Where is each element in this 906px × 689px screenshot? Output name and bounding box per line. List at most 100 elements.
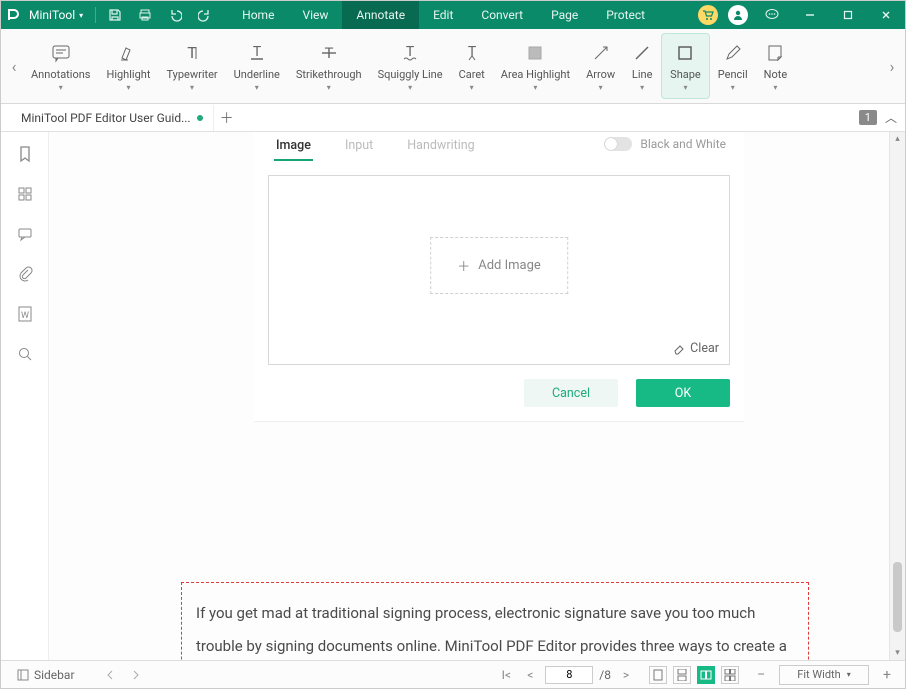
first-page-button[interactable]: I< — [497, 668, 515, 682]
cancel-button[interactable]: Cancel — [524, 379, 618, 407]
add-tab-button[interactable]: ＋ — [214, 105, 240, 131]
tool-annotations[interactable]: Annotations▾ — [23, 33, 98, 99]
title-right — [693, 1, 905, 29]
tool-typewriter[interactable]: T Typewriter▾ — [158, 33, 225, 99]
ribbon: ‹ Annotations▾ Highlight▾ T Typewriter▾ … — [1, 29, 905, 104]
typewriter-icon: T — [181, 40, 203, 66]
bw-label: Black and White — [640, 137, 726, 151]
thumbnails-icon[interactable] — [13, 182, 37, 206]
next-view-button[interactable] — [123, 669, 147, 681]
minimize-button[interactable] — [791, 1, 829, 29]
save-button[interactable] — [100, 1, 130, 29]
document-tabstrip: MiniTool PDF Editor User Guid... ＋ 1 ︿ — [1, 104, 905, 132]
eraser-icon — [672, 342, 685, 355]
tool-caret[interactable]: T Caret▾ — [451, 33, 493, 99]
scroll-down-button[interactable]: ▾ — [890, 646, 905, 660]
tool-pencil[interactable]: Pencil▾ — [710, 33, 756, 99]
bookmark-icon[interactable] — [13, 142, 37, 166]
bw-toggle[interactable] — [604, 137, 632, 151]
view-facing[interactable] — [697, 666, 715, 684]
brand-label: MiniTool — [29, 8, 75, 22]
plus-icon: ＋ — [457, 256, 470, 275]
view-mode-buttons — [649, 666, 739, 684]
sig-tab-input[interactable]: Input — [345, 138, 373, 153]
clear-button[interactable]: Clear — [672, 341, 719, 356]
tool-underline[interactable]: T Underline▾ — [226, 33, 288, 99]
close-button[interactable] — [867, 1, 905, 29]
prev-page-button[interactable]: < — [521, 668, 539, 682]
tab-count-badge: 1 — [859, 110, 877, 125]
menu-view[interactable]: View — [288, 1, 342, 29]
page-total: /8 — [599, 668, 611, 682]
tool-line[interactable]: Line▾ — [623, 33, 661, 99]
tool-note[interactable]: Note▾ — [756, 33, 796, 99]
tool-shape[interactable]: Shape▾ — [661, 33, 710, 99]
search-icon[interactable] — [13, 342, 37, 366]
zoom-controls: − Fit Width ▾ + — [753, 665, 895, 685]
prev-view-button[interactable] — [99, 669, 123, 681]
menu-convert[interactable]: Convert — [467, 1, 537, 29]
view-single[interactable] — [649, 666, 667, 684]
chevron-down-icon: ▾ — [79, 11, 83, 20]
highlight-icon — [117, 40, 139, 66]
menu-page[interactable]: Page — [537, 1, 592, 29]
svg-text:T: T — [253, 44, 262, 60]
attachment-icon[interactable] — [13, 262, 37, 286]
menu-protect[interactable]: Protect — [592, 1, 659, 29]
scroll-up-button[interactable]: ▴ — [890, 132, 905, 146]
redo-button[interactable] — [190, 1, 220, 29]
zoom-select[interactable]: Fit Width ▾ — [779, 665, 869, 685]
zoom-in-button[interactable]: + — [879, 667, 895, 683]
arrow-icon — [590, 40, 612, 66]
next-page-button[interactable]: > — [617, 668, 635, 682]
annotation-text-box[interactable]: If you get mad at traditional signing pr… — [181, 582, 809, 660]
line-icon — [631, 40, 653, 66]
titlebar: MiniTool ▾ Home View Annotate Edit Conve… — [1, 1, 905, 29]
ok-button[interactable]: OK — [636, 379, 730, 407]
tool-arrow[interactable]: Arrow▾ — [578, 33, 623, 99]
caret-icon: T — [461, 40, 483, 66]
main-area: W Image Input Handwriting Black and Whit… — [1, 132, 905, 660]
collapse-ribbon-button[interactable]: ︿ — [885, 109, 897, 126]
view-continuous[interactable] — [673, 666, 691, 684]
svg-text:W: W — [21, 311, 29, 321]
menu-home[interactable]: Home — [228, 1, 288, 29]
brand-menu[interactable]: MiniTool ▾ — [27, 8, 91, 22]
tool-strikethrough[interactable]: T Strikethrough▾ — [288, 33, 370, 99]
scroll-thumb[interactable] — [893, 562, 902, 632]
sig-tab-handwriting[interactable]: Handwriting — [407, 138, 474, 153]
menu-edit[interactable]: Edit — [419, 1, 467, 29]
ribbon-scroll-left[interactable]: ‹ — [5, 57, 23, 76]
page-input[interactable] — [545, 666, 593, 684]
tool-highlight[interactable]: Highlight▾ — [98, 33, 158, 99]
tool-squiggly[interactable]: T Squiggly Line▾ — [370, 33, 451, 99]
signature-dropzone[interactable]: ＋ Add Image Clear — [268, 175, 730, 365]
underline-icon: T — [246, 40, 268, 66]
sig-tab-image[interactable]: Image — [276, 138, 311, 153]
squiggly-icon: T — [399, 40, 421, 66]
menu-annotate[interactable]: Annotate — [342, 1, 419, 29]
ribbon-scroll-right[interactable]: › — [883, 57, 901, 76]
annotations-icon — [50, 40, 72, 66]
cart-button[interactable] — [698, 5, 718, 25]
sidebar-toggle[interactable]: Sidebar — [11, 668, 81, 682]
feedback-button[interactable] — [753, 1, 791, 29]
document-tab[interactable]: MiniTool PDF Editor User Guid... — [11, 105, 214, 131]
print-button[interactable] — [130, 1, 160, 29]
body-paragraph: If you get mad at traditional signing pr… — [196, 604, 787, 660]
doc-title: MiniTool PDF Editor User Guid... — [21, 111, 191, 125]
document-view[interactable]: Image Input Handwriting Black and White … — [49, 132, 889, 660]
comments-icon[interactable] — [13, 222, 37, 246]
account-button[interactable] — [728, 5, 748, 25]
modified-dot-icon — [197, 115, 203, 121]
view-facing-continuous[interactable] — [721, 666, 739, 684]
vertical-scrollbar[interactable]: ▴ ▾ — [889, 132, 905, 660]
undo-button[interactable] — [160, 1, 190, 29]
add-image-button[interactable]: ＋ Add Image — [430, 237, 568, 294]
word-export-icon[interactable]: W — [13, 302, 37, 326]
areahl-icon — [524, 40, 546, 66]
left-sidebar: W — [1, 132, 49, 660]
zoom-out-button[interactable]: − — [753, 667, 769, 683]
maximize-button[interactable] — [829, 1, 867, 29]
tool-area-highlight[interactable]: Area Highlight▾ — [493, 33, 578, 99]
